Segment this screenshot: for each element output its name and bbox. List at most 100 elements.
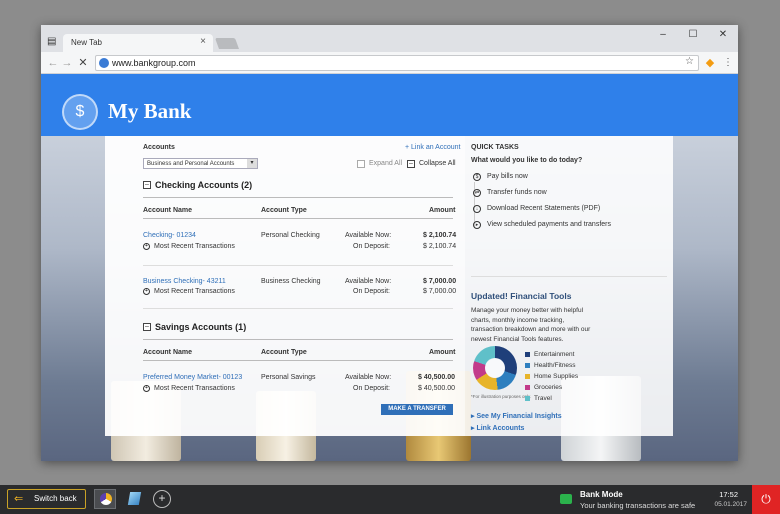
divider xyxy=(143,197,453,198)
secure-browser-icon[interactable] xyxy=(94,489,116,509)
recent-transactions-link[interactable]: Most Recent Transactions xyxy=(154,243,235,250)
tools-title: Updated! Financial Tools xyxy=(471,291,572,301)
account-link-business-checking[interactable]: Business Checking- 43211 xyxy=(143,278,226,285)
tab-list-icon[interactable]: ▤ xyxy=(47,37,59,47)
tab-new-tab[interactable]: New Tab × xyxy=(63,34,213,52)
col-account-name: Account Name xyxy=(143,349,193,356)
deposit-label: On Deposit: xyxy=(353,288,390,295)
task-label: Transfer funds now xyxy=(487,189,547,196)
page-content: $ My Bank Accounts + Link an Account Bus… xyxy=(41,74,738,461)
play-icon: ▸ xyxy=(473,221,481,229)
close-window-button[interactable]: ✕ xyxy=(708,25,738,45)
account-filter-select[interactable]: Business and Personal Accounts ▾ xyxy=(143,158,258,169)
tab-title: New Tab xyxy=(71,38,102,47)
minimize-button[interactable]: – xyxy=(648,25,678,45)
collapse-icon[interactable]: – xyxy=(407,160,415,168)
deposit-amount: $ 7,000.00 xyxy=(423,288,457,295)
maximize-button[interactable]: ☐ xyxy=(678,25,708,45)
task-download-statements[interactable]: ↓ Download Recent Statements (PDF) xyxy=(473,202,600,216)
divider xyxy=(143,218,453,219)
forward-arrow-icon[interactable]: → xyxy=(61,56,73,70)
checking-section-title: Checking Accounts (2) xyxy=(155,180,253,190)
account-type: Personal Checking xyxy=(261,232,320,239)
clock-date: 05.01.2017 xyxy=(714,501,747,508)
savings-collapse-icon[interactable]: – xyxy=(143,323,151,331)
app-glass-icon[interactable] xyxy=(124,489,146,509)
quick-tasks-question: What would you like to do today? xyxy=(471,157,583,164)
extension-icon[interactable]: ◆ xyxy=(703,56,717,70)
legend-item: Home Supplies xyxy=(525,373,578,380)
download-icon: ↓ xyxy=(473,205,481,213)
legend-item: Entertainment xyxy=(525,351,574,358)
account-link-checking[interactable]: Checking- 01234 xyxy=(143,232,196,239)
plus-circle-icon[interactable]: + xyxy=(143,243,150,250)
task-transfer-funds[interactable]: ⇄ Transfer funds now xyxy=(473,186,547,200)
plus-circle-icon[interactable]: + xyxy=(143,288,150,295)
expand-all-button[interactable]: Expand All xyxy=(369,160,402,167)
filter-value: Business and Personal Accounts xyxy=(147,161,235,167)
checking-collapse-icon[interactable]: – xyxy=(143,181,151,189)
link-accounts-link[interactable]: ▸ Link Accounts xyxy=(471,424,524,432)
col-account-type: Account Type xyxy=(261,349,307,356)
account-type: Business Checking xyxy=(261,278,321,285)
bookmark-star-icon[interactable]: ☆ xyxy=(685,56,694,67)
task-view-scheduled[interactable]: ▸ View scheduled payments and transfers xyxy=(473,218,611,232)
add-app-icon[interactable]: + xyxy=(153,490,171,508)
chart-caption: *For illustration purposes only. xyxy=(471,394,532,399)
savings-section-title: Savings Accounts (1) xyxy=(155,322,247,332)
divider xyxy=(143,360,453,361)
switch-back-button[interactable]: ⇐ Switch back xyxy=(7,489,86,509)
back-arrow-icon[interactable]: ← xyxy=(47,56,59,70)
accounts-panel: Accounts + Link an Account Business and … xyxy=(105,136,465,436)
browser-toolbar: ← → ✕ www.bankgroup.com ☆ ◆ ⋮ xyxy=(41,52,738,74)
account-link-money-market[interactable]: Preferred Money Market- 00123 xyxy=(143,374,242,381)
spending-donut-chart xyxy=(473,346,517,390)
switch-back-label: Switch back xyxy=(34,494,77,503)
make-transfer-button[interactable]: MAKE A TRANSFER xyxy=(381,404,453,415)
transfer-icon: ⇄ xyxy=(473,189,481,197)
chevron-down-icon: ▾ xyxy=(247,159,257,168)
available-label: Available Now: xyxy=(345,232,392,239)
legend-item: Health/Fitness xyxy=(525,362,576,369)
divider xyxy=(143,308,453,309)
bank-logo-icon: $ xyxy=(62,94,98,130)
deposit-amount: $ 2,100.74 xyxy=(423,243,457,250)
task-label: Download Recent Statements (PDF) xyxy=(487,205,601,212)
collapse-all-button[interactable]: Collapse All xyxy=(419,160,456,167)
link-account-link[interactable]: + Link an Account xyxy=(405,144,460,151)
back-arrow-icon: ⇐ xyxy=(14,493,24,505)
quick-tasks-title: QUICK TASKS xyxy=(471,144,519,151)
divider xyxy=(143,265,453,266)
recent-transactions-link[interactable]: Most Recent Transactions xyxy=(154,288,235,295)
new-tab-button[interactable] xyxy=(214,38,240,49)
power-icon[interactable]: ⏻ xyxy=(752,485,780,514)
accounts-heading: Accounts xyxy=(143,144,175,151)
title-bar: ▤ New Tab × – ☐ ✕ xyxy=(41,25,738,52)
legend-item: Travel xyxy=(525,395,552,402)
recent-transactions-link[interactable]: Most Recent Transactions xyxy=(154,385,235,392)
deposit-label: On Deposit: xyxy=(353,243,390,250)
tab-close-icon[interactable]: × xyxy=(200,36,206,47)
bank-name: My Bank xyxy=(108,99,192,123)
col-account-type: Account Type xyxy=(261,207,307,214)
divider xyxy=(471,276,667,277)
col-amount: Amount xyxy=(429,349,456,356)
bank-mode-title: Bank Mode xyxy=(580,490,623,499)
deposit-label: On Deposit: xyxy=(353,385,390,392)
col-account-name: Account Name xyxy=(143,207,193,214)
divider xyxy=(143,339,453,340)
account-type: Personal Savings xyxy=(261,374,316,381)
available-amount: $ 40,500.00 xyxy=(418,374,455,381)
bank-mode-status: Your banking transactions are safe xyxy=(580,501,696,510)
expand-icon[interactable] xyxy=(357,160,365,168)
clock-time: 17:52 xyxy=(719,490,738,499)
task-pay-bills[interactable]: $ Pay bills now xyxy=(473,170,528,184)
stop-icon[interactable]: ✕ xyxy=(77,56,89,70)
taskbar: ⇐ Switch back + Bank Mode Your banking t… xyxy=(0,485,780,514)
address-bar[interactable]: www.bankgroup.com ☆ xyxy=(95,55,699,71)
browser-menu-icon[interactable]: ⋮ xyxy=(723,56,733,70)
financial-insights-link[interactable]: ▸ See My Financial Insights xyxy=(471,412,562,420)
bank-header: $ My Bank xyxy=(41,74,738,136)
quick-tasks-panel: QUICK TASKS What would you like to do to… xyxy=(465,136,673,436)
plus-circle-icon[interactable]: + xyxy=(143,385,150,392)
